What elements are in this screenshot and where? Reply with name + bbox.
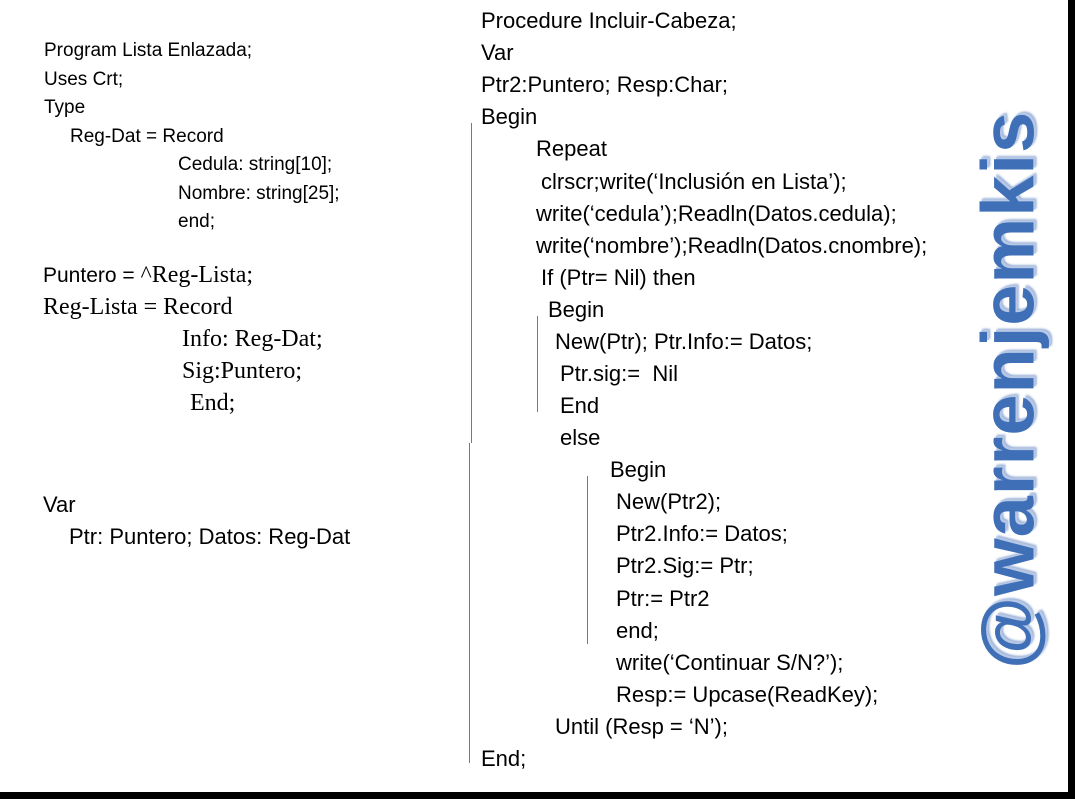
slide: Program Lista Enlazada; Uses Crt; Type R… bbox=[0, 0, 1068, 792]
code-line-9: If (Ptr= Nil) then bbox=[541, 265, 696, 290]
guide-line-outer-top bbox=[471, 123, 472, 443]
puntero-label: Puntero = bbox=[43, 264, 141, 287]
code-line-10: Begin bbox=[548, 297, 605, 322]
guide-line-outer-bottom bbox=[469, 443, 470, 763]
code-line-11: New(Ptr); Ptr.Info:= Datos; bbox=[555, 329, 813, 354]
code-line-15: Begin bbox=[610, 457, 667, 482]
code-line-3: Ptr2:Puntero; Resp:Char; bbox=[481, 72, 729, 97]
code-line-4: Begin bbox=[481, 104, 538, 129]
end-line-1: end; bbox=[178, 211, 215, 232]
sig-line: Sig:Puntero; bbox=[182, 358, 303, 384]
code-line-20: end; bbox=[616, 618, 659, 643]
code-line-17: Ptr2.Info:= Datos; bbox=[616, 521, 788, 546]
code-line-23: Until (Resp = ‘N’); bbox=[555, 714, 728, 739]
code-line-6: clrscr;write(‘Inclusión en Lista’); bbox=[541, 169, 847, 194]
var-line: Var bbox=[43, 492, 76, 517]
end-line-2: End; bbox=[190, 390, 236, 416]
regdat-line: Reg-Dat = Record bbox=[70, 126, 224, 147]
code-line-12: Ptr.sig:= Nil bbox=[560, 361, 678, 386]
code-line-13: End bbox=[560, 393, 600, 418]
code-line-21: write(‘Continuar S/N?’); bbox=[616, 650, 844, 675]
guide-line-else bbox=[587, 476, 588, 644]
guide-line-then bbox=[537, 316, 538, 412]
var-decl-line: Ptr: Puntero; Datos: Reg-Dat bbox=[69, 524, 351, 549]
code-line-2: Var bbox=[481, 40, 514, 65]
puntero-line: Puntero = ^Reg-Lista; bbox=[43, 263, 253, 287]
nombre-line: Nombre: string[25]; bbox=[178, 183, 340, 204]
puntero-type: ^Reg-Lista; bbox=[140, 262, 254, 288]
program-line: Program Lista Enlazada; bbox=[44, 40, 253, 61]
code-line-14: else bbox=[560, 425, 601, 450]
type-line: Type bbox=[44, 97, 86, 118]
code-line-22: Resp:= Upcase(ReadKey); bbox=[616, 682, 879, 707]
code-line-16: New(Ptr2); bbox=[616, 489, 722, 514]
code-line-24: End; bbox=[481, 746, 527, 771]
code-line-7: write(‘cedula’);Readln(Datos.cedula); bbox=[536, 201, 897, 226]
uses-line: Uses Crt; bbox=[44, 69, 124, 90]
code-line-19: Ptr:= Ptr2 bbox=[616, 586, 710, 611]
watermark-handle: @warrenjemkis bbox=[966, 110, 1050, 670]
cedula-line: Cedula: string[10]; bbox=[178, 154, 333, 175]
code-line-8: write(‘nombre’);Readln(Datos.cnombre); bbox=[536, 233, 928, 258]
code-line-18: Ptr2.Sig:= Ptr; bbox=[616, 553, 754, 578]
info-line: Info: Reg-Dat; bbox=[182, 326, 323, 352]
reglista-line: Reg-Lista = Record bbox=[43, 294, 233, 320]
code-line-5: Repeat bbox=[536, 136, 607, 161]
code-line-1: Procedure Incluir-Cabeza; bbox=[481, 8, 737, 33]
